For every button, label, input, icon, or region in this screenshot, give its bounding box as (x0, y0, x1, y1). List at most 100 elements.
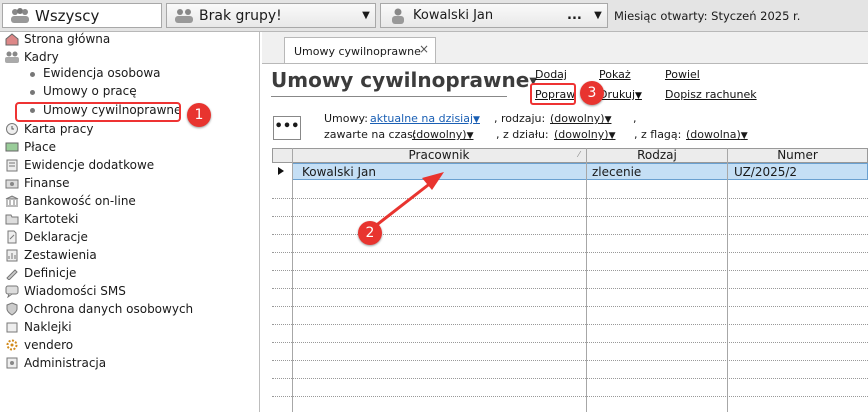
row-divider (272, 396, 868, 397)
sidebar-item-label: Administracja (24, 356, 107, 370)
gear-icon (6, 339, 18, 351)
chevron-down-icon[interactable]: ▼ (589, 10, 607, 21)
filter-flaga-select[interactable]: (dowolna)▼ (686, 128, 748, 141)
report-icon (6, 249, 18, 262)
open-month: Miesiąc otwarty: Styczeń 2025 r. (614, 9, 800, 23)
sidebar-item-definicje[interactable]: Definicje (4, 264, 76, 282)
annotation-badge-3: 3 (580, 81, 604, 105)
chevron-down-icon[interactable]: ▼ (605, 115, 612, 125)
employee-more-button[interactable]: ... (567, 8, 589, 23)
drukuj-label: Drukuj (599, 88, 636, 101)
page-title-text: Umowy cywilnoprawne (271, 68, 530, 92)
group-scope-select[interactable]: Wszyscy (2, 3, 162, 28)
main-area: Umowy cywilnoprawne × Umowy cywilnoprawn… (262, 32, 868, 412)
employee-select-label: Kowalski Jan (413, 8, 494, 23)
sidebar-item-label: Deklaracje (24, 230, 88, 244)
filter-umowy-select[interactable]: aktualne na dzisiaj▼ (370, 112, 480, 125)
sidebar-item-vendero[interactable]: vendero (4, 336, 73, 354)
sidebar-item-label: Zestawienia (24, 248, 97, 262)
people-icon (5, 51, 19, 63)
shield-icon (6, 302, 18, 316)
cell-numer[interactable]: UZ/2025/2 (734, 164, 797, 180)
group-select[interactable]: Brak grupy! ▼ (166, 3, 376, 28)
chevron-down-icon[interactable]: ▼ (741, 131, 748, 141)
bank-icon (5, 195, 19, 207)
list-icon (6, 159, 18, 172)
cell-pracownik[interactable]: Kowalski Jan (302, 164, 376, 180)
column-header-numer[interactable]: Numer (727, 148, 868, 162)
open-month-label: Miesiąc otwarty: (614, 9, 708, 23)
row-divider (272, 324, 868, 325)
sidebar-item-finanse[interactable]: Finanse (4, 174, 70, 192)
cell-rodzaj[interactable]: zlecenie (592, 164, 641, 180)
annotation-badge-1: 1 (187, 103, 211, 127)
more-filters-button[interactable]: ••• (273, 116, 301, 140)
dodaj-link[interactable]: Dodaj (535, 68, 567, 81)
row-divider (272, 198, 868, 199)
sidebar: Strona główna Kadry Ewidencja osobowa Um… (0, 32, 260, 412)
tab-label: Umowy cywilnoprawne (294, 44, 421, 58)
definition-icon (6, 269, 18, 280)
sidebar-item-place[interactable]: Płace (4, 138, 56, 156)
sidebar-item-strona-glowna[interactable]: Strona główna (4, 32, 110, 48)
sidebar-item-ochrona-danych[interactable]: Ochrona danych osobowych (4, 300, 193, 318)
sidebar-item-administracja[interactable]: Administracja (4, 354, 106, 372)
filter-dzial-label: , z działu: (496, 128, 549, 141)
sidebar-item-sms[interactable]: Wiadomości SMS (4, 282, 126, 300)
close-icon[interactable]: × (419, 42, 429, 56)
chevron-down-icon[interactable]: ▼ (635, 91, 642, 101)
dopisz-rachunek-link[interactable]: Dopisz rachunek (665, 88, 757, 101)
filter-flaga-value: (dowolna) (686, 128, 741, 141)
powiel-link[interactable]: Powiel (665, 68, 700, 81)
drukuj-link[interactable]: Drukuj▼ (599, 88, 642, 101)
filter-rodzaju-select[interactable]: (dowolny)▼ (550, 112, 611, 125)
employee-select[interactable]: Kowalski Jan ... ▼ (380, 3, 608, 28)
tab-umowy-cywilnoprawne[interactable]: Umowy cywilnoprawne × (284, 37, 436, 64)
chevron-down-icon[interactable]: ▼ (467, 131, 474, 141)
column-divider (292, 148, 293, 412)
sidebar-subitem-ewidencja-osobowa[interactable]: Ewidencja osobowa (43, 66, 161, 80)
people-group-icon (11, 7, 29, 23)
column-header-pracownik[interactable]: Pracownik (292, 148, 586, 162)
column-header-rodzaj[interactable]: Rodzaj (587, 148, 727, 162)
sidebar-item-label: Definicje (24, 266, 77, 280)
sidebar-item-label: Naklejki (24, 320, 72, 334)
filter-umowy-value: aktualne na dzisiaj (370, 112, 474, 125)
person-icon (392, 8, 404, 24)
chevron-down-icon[interactable]: ▼ (473, 115, 480, 125)
sidebar-item-naklejki[interactable]: Naklejki (4, 318, 72, 336)
sidebar-item-kadry[interactable]: Kadry (4, 48, 59, 66)
sidebar-item-label: Kartoteki (24, 212, 79, 226)
pokaz-link[interactable]: Pokaż (599, 68, 631, 81)
top-bar: Wszyscy Brak grupy! ▼ Kowalski Jan ... ▼… (0, 0, 868, 32)
sidebar-item-bankowosc[interactable]: Bankowość on-line (4, 192, 136, 210)
sidebar-item-kartoteki[interactable]: Kartoteki (4, 210, 78, 228)
annotation-badge-2: 2 (358, 221, 382, 245)
annotation-highlight-box (530, 83, 576, 105)
filter-zawarte-select[interactable]: (dowolny)▼ (412, 128, 473, 141)
sidebar-item-label: Wiadomości SMS (24, 284, 126, 298)
sort-icon[interactable]: ⁄ (572, 148, 586, 162)
sidebar-item-karta-pracy[interactable]: Karta pracy (4, 120, 93, 138)
sidebar-item-label: Strona główna (24, 32, 111, 46)
row-divider (272, 360, 868, 361)
sidebar-item-deklaracje[interactable]: Deklaracje (4, 228, 88, 246)
filter-dzial-select[interactable]: (dowolny)▼ (554, 128, 615, 141)
group-select-label: Brak grupy! (199, 7, 282, 24)
page-title[interactable]: Umowy cywilnoprawne▼ (271, 68, 537, 92)
row-divider (272, 252, 868, 253)
column-divider (727, 148, 728, 412)
sidebar-subitem-umowy-o-prace[interactable]: Umowy o pracę (43, 84, 137, 98)
sidebar-item-zestawienia[interactable]: Zestawienia (4, 246, 97, 264)
sidebar-item-label: Płace (24, 140, 56, 154)
row-divider (272, 270, 868, 271)
chevron-down-icon[interactable]: ▼ (609, 131, 616, 141)
row-divider (272, 216, 868, 217)
sms-icon (5, 285, 19, 298)
sidebar-item-ewidencje-dodatkowe[interactable]: Ewidencje dodatkowe (4, 156, 154, 174)
contracts-table[interactable]: Pracownik ⁄ Rodzaj Numer Kowalski Jan zl… (272, 148, 868, 412)
sidebar-item-label: Bankowość on-line (24, 194, 136, 208)
clock-icon (6, 123, 18, 135)
chevron-down-icon[interactable]: ▼ (357, 10, 375, 21)
title-underline (271, 96, 507, 97)
